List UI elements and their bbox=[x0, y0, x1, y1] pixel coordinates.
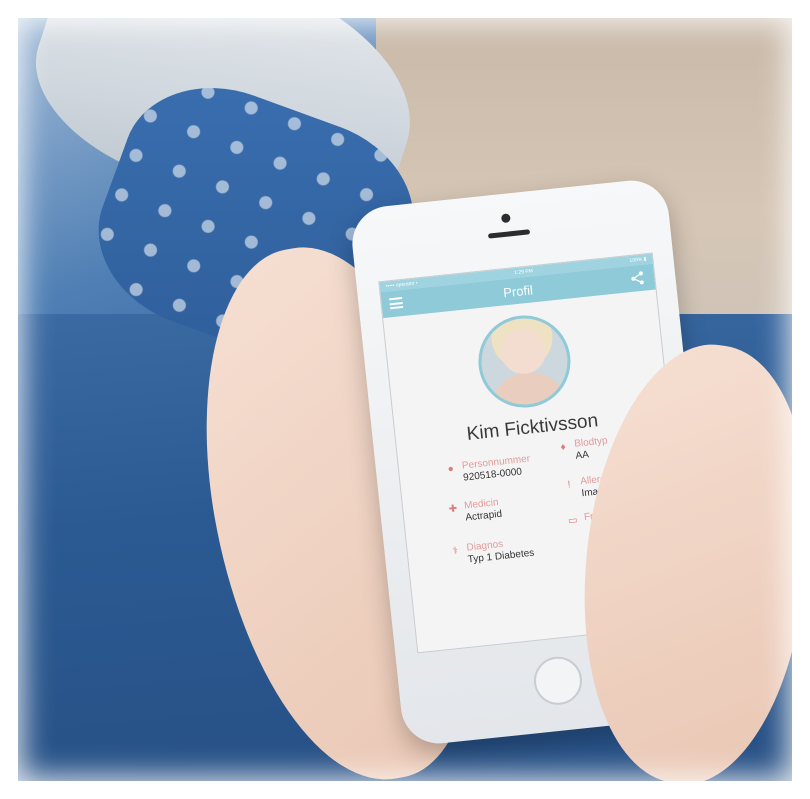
field-value: Actrapid bbox=[464, 508, 503, 524]
stethoscope-icon: ⚕ bbox=[452, 545, 459, 558]
field-value: AA bbox=[575, 449, 590, 462]
field-diagnos[interactable]: ⚕ Diagnos Typ 1 Diabetes bbox=[449, 536, 535, 569]
menu-icon[interactable] bbox=[389, 296, 404, 310]
blood-drop-icon: ♦ bbox=[560, 441, 567, 454]
page-title: Profil bbox=[502, 281, 534, 300]
status-time: 1:29 PM bbox=[514, 268, 534, 277]
photo-scene: ••••• operator • 1:29 PM 100% ▮ Profil K… bbox=[0, 0, 810, 799]
card-icon: ▭ bbox=[567, 514, 579, 527]
status-battery: 100% ▮ bbox=[629, 256, 647, 264]
home-button[interactable] bbox=[531, 654, 585, 708]
medkit-icon: ✚ bbox=[448, 503, 458, 516]
share-icon[interactable] bbox=[630, 271, 645, 286]
field-personnummer[interactable]: ● Personnummer 920518-0000 bbox=[445, 454, 532, 487]
person-icon: ● bbox=[447, 463, 455, 476]
front-camera bbox=[500, 213, 511, 224]
field-medicin[interactable]: ✚ Medicin Actrapid bbox=[447, 497, 503, 526]
avatar[interactable] bbox=[473, 310, 575, 413]
field-blodtyp[interactable]: ♦ Blodtyp AA bbox=[557, 435, 610, 464]
background-photo: ••••• operator • 1:29 PM 100% ▮ Profil K… bbox=[16, 14, 796, 786]
exclamation-icon: ! bbox=[567, 479, 572, 491]
speaker-grille bbox=[487, 229, 531, 239]
